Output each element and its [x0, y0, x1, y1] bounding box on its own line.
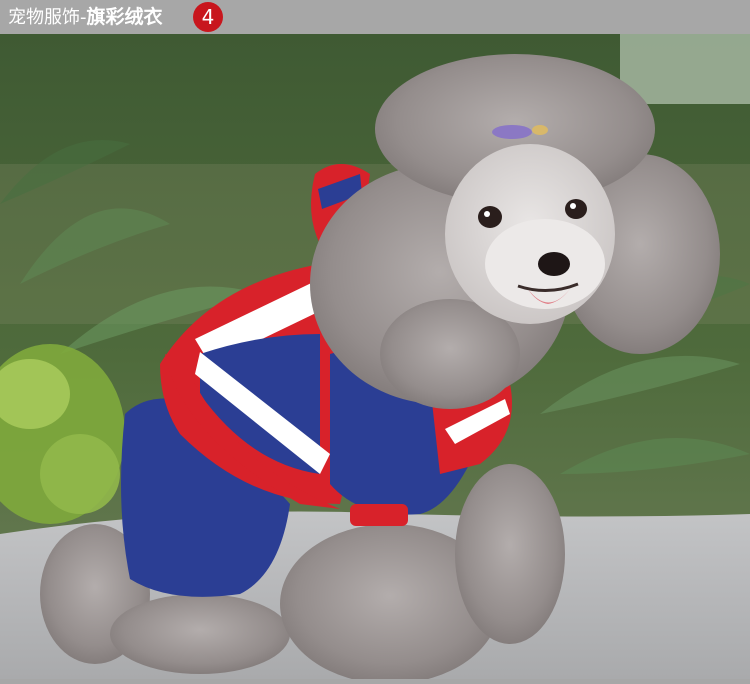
- hair-clip-bead: [532, 125, 548, 135]
- front-leg-fur-2: [455, 464, 565, 644]
- sleeve-cuff: [350, 504, 408, 526]
- bottom-bar: [0, 679, 750, 684]
- title-main: 旗彩绒衣: [86, 6, 163, 28]
- number-badge: 4: [193, 2, 223, 32]
- hair-clip: [492, 125, 532, 139]
- left-eye: [478, 206, 502, 228]
- right-eye-glint: [570, 203, 576, 209]
- product-photo: [0, 34, 750, 679]
- title-prefix: 宠物服饰-: [8, 7, 87, 28]
- left-eye-glint: [484, 211, 490, 217]
- header-bar: 宠物服饰-旗彩绒衣 4: [0, 0, 750, 34]
- sky-patch: [620, 34, 750, 104]
- nose: [538, 252, 570, 276]
- rear-paw-fur: [110, 594, 290, 674]
- page-title: 宠物服饰-旗彩绒衣: [8, 5, 163, 29]
- right-eye: [565, 199, 587, 219]
- poodle-illustration: [0, 34, 750, 679]
